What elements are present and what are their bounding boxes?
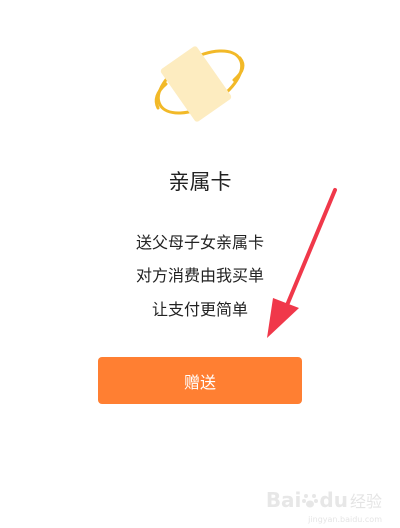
annotation-arrow-icon [267, 188, 337, 338]
watermark-brand: Bai [265, 488, 302, 512]
watermark-url: jingyan.baidu.com [308, 515, 382, 524]
watermark-cn: 经验 [349, 492, 382, 511]
gift-button[interactable]: 赠送 [98, 357, 302, 404]
watermark-brand-suffix: du [319, 488, 348, 512]
baidu-paw-icon [302, 494, 319, 508]
baidu-watermark: Bai du 经验 jingyan.baidu.com [265, 482, 382, 524]
family-card-icon [154, 46, 245, 122]
